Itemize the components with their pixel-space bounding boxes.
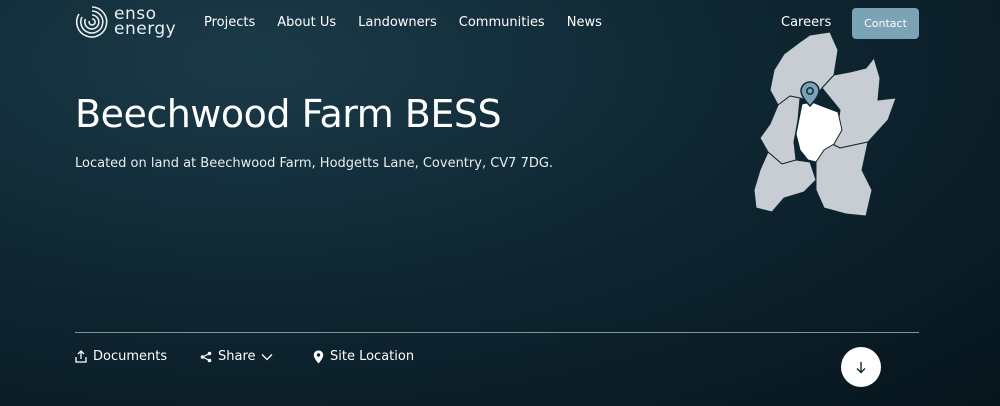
nav-projects[interactable]: Projects: [204, 15, 255, 30]
upload-icon: [75, 350, 87, 363]
share-label: Share: [218, 349, 256, 364]
divider: [75, 332, 919, 333]
map-region-south: [815, 139, 873, 217]
nav-landowners[interactable]: Landowners: [358, 15, 437, 30]
nav-news[interactable]: News: [567, 15, 602, 30]
scroll-down-button[interactable]: [841, 347, 881, 387]
site-location-link[interactable]: Site Location: [313, 349, 414, 364]
page-title: Beechwood Farm BESS: [75, 92, 502, 136]
share-dropdown[interactable]: Share: [200, 349, 273, 364]
main-nav: Projects About Us Landowners Communities…: [204, 15, 624, 30]
location-pin-icon: [313, 350, 324, 363]
nav-careers[interactable]: Careers: [781, 15, 831, 30]
nav-about-us[interactable]: About Us: [277, 15, 336, 30]
documents-label: Documents: [93, 349, 168, 364]
chevron-down-icon: [261, 353, 272, 360]
site-address: Located on land at Beechwood Farm, Hodge…: [75, 156, 554, 171]
map-pin-icon: [800, 81, 820, 108]
nav-communities[interactable]: Communities: [459, 15, 545, 30]
region-map[interactable]: [750, 30, 900, 225]
arrow-down-icon: [856, 361, 866, 373]
brand-logo[interactable]: enso energy: [74, 4, 176, 40]
site-location-label: Site Location: [330, 349, 415, 364]
brand-line-2: energy: [114, 19, 177, 39]
logo-rings-icon: [75, 6, 108, 38]
share-icon: [200, 351, 212, 362]
map-region-west: [759, 95, 801, 165]
documents-link[interactable]: Documents: [75, 349, 167, 364]
